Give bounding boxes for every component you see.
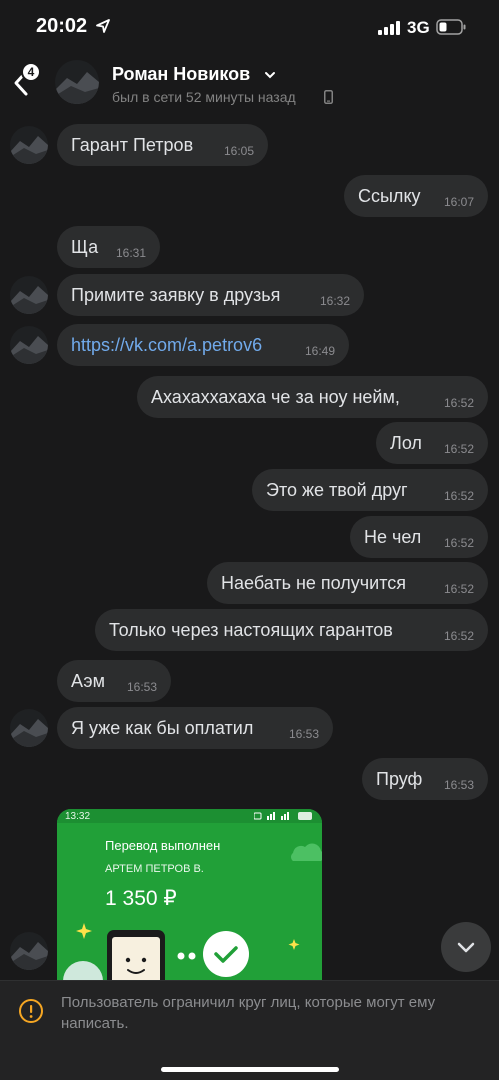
message-time: 16:05 <box>223 144 254 158</box>
message-text: Лол <box>390 433 422 453</box>
message-text: Наебать не получится <box>221 573 406 593</box>
message-link[interactable]: https://vk.com/a.petrov6 <box>71 335 262 356</box>
scroll-to-bottom-button[interactable] <box>441 922 491 972</box>
message-bubble-outgoing[interactable]: Лол 16:52 <box>376 422 488 464</box>
contact-name[interactable]: Роман Новиков <box>112 64 250 85</box>
message-text: Ща <box>71 237 99 257</box>
transfer-recipient: АРТЕМ ПЕТРОВ В. <box>105 863 204 875</box>
contact-last-seen: был в сети 52 минуты назад <box>112 89 296 105</box>
battery-icon <box>436 19 466 35</box>
transfer-title: Перевод выполнен <box>105 838 221 853</box>
transfer-illustration <box>63 843 322 981</box>
message-text: Только через настоящих гарантов <box>109 620 393 640</box>
image-status-icons <box>254 812 312 820</box>
message-time: 16:52 <box>443 489 474 503</box>
image-status-time: 13:32 <box>65 811 91 822</box>
unread-count-badge: 4 <box>21 62 41 82</box>
message-time: 16:52 <box>443 629 474 643</box>
chevron-down-icon <box>457 942 475 953</box>
message-text: Не чел <box>364 527 422 547</box>
message-time: 16:52 <box>443 442 474 456</box>
status-bar: 20:02 3G <box>0 0 499 52</box>
message-time: 16:31 <box>115 246 146 260</box>
message-bubble-outgoing[interactable]: Только через настоящих гарантов 16:52 <box>95 609 488 651</box>
sender-avatar[interactable] <box>10 709 48 747</box>
home-indicator[interactable] <box>161 1067 339 1072</box>
message-time: 16:49 <box>304 344 335 358</box>
message-bubble-incoming[interactable]: Гарант Петров 16:05 <box>57 124 268 166</box>
message-text: Я уже как бы оплатил <box>71 718 254 738</box>
transfer-amount: 1 350 ₽ <box>105 887 177 910</box>
warning-icon <box>19 999 43 1023</box>
restricted-notice-bar: Пользователь ограничил круг лиц, которые… <box>0 980 499 1080</box>
image-attachment[interactable]: 13:32 Перевод выполнен АРТЕМ ПЕТРОВ В. 1… <box>57 809 322 981</box>
cellular-signal-icon <box>378 21 400 35</box>
message-time: 16:53 <box>288 727 319 741</box>
message-text: Гарант Петров <box>71 135 194 155</box>
message-bubble-incoming[interactable]: Я уже как бы оплатил 16:53 <box>57 707 333 749</box>
message-time: 16:32 <box>319 294 350 308</box>
chevron-down-icon[interactable] <box>264 70 276 80</box>
location-arrow-icon <box>96 19 110 33</box>
chat-header: 4 Роман Новиков был в сети 52 минуты наз… <box>0 52 499 112</box>
message-time: 16:53 <box>443 778 474 792</box>
message-time: 16:52 <box>443 536 474 550</box>
message-text: Аэм <box>71 671 105 691</box>
sender-avatar[interactable] <box>10 126 48 164</box>
message-bubble-outgoing[interactable]: Это же твой друг 16:52 <box>252 469 488 511</box>
message-bubble-outgoing[interactable]: Наебать не получится 16:52 <box>207 562 488 604</box>
message-bubble-outgoing[interactable]: Ссылку 16:07 <box>344 175 488 217</box>
mobile-phone-icon <box>324 90 333 104</box>
sender-avatar[interactable] <box>10 326 48 364</box>
message-time: 16:53 <box>126 680 157 694</box>
message-bubble-outgoing[interactable]: Ахахаххахаха че за ноу нейм, 16:52 <box>137 376 488 418</box>
message-time: 16:07 <box>443 195 474 209</box>
message-text: Ссылку <box>358 186 421 206</box>
message-text: Ахахаххахаха че за ноу нейм, <box>151 387 400 407</box>
contact-avatar[interactable] <box>55 60 99 104</box>
message-bubble-incoming[interactable]: Примите заявку в друзья 16:32 <box>57 274 364 316</box>
message-text: Примите заявку в друзья <box>71 285 281 305</box>
message-bubble-incoming[interactable]: Аэм 16:53 <box>57 660 171 702</box>
message-bubble-outgoing[interactable]: Пруф 16:53 <box>362 758 488 800</box>
message-time: 16:52 <box>443 582 474 596</box>
network-type: 3G <box>407 18 430 37</box>
message-text: Пруф <box>376 769 423 789</box>
status-time: 20:02 <box>36 15 88 37</box>
message-time: 16:52 <box>443 396 474 410</box>
message-bubble-incoming[interactable]: https://vk.com/a.petrov6 16:49 <box>57 324 349 366</box>
message-text: Это же твой друг <box>266 480 408 500</box>
restricted-notice-text: Пользователь ограничил круг лиц, которые… <box>61 994 436 1032</box>
sender-avatar[interactable] <box>10 932 48 970</box>
sender-avatar[interactable] <box>10 276 48 314</box>
message-bubble-incoming[interactable]: Ща 16:31 <box>57 226 160 268</box>
message-bubble-outgoing[interactable]: Не чел 16:52 <box>350 516 488 558</box>
